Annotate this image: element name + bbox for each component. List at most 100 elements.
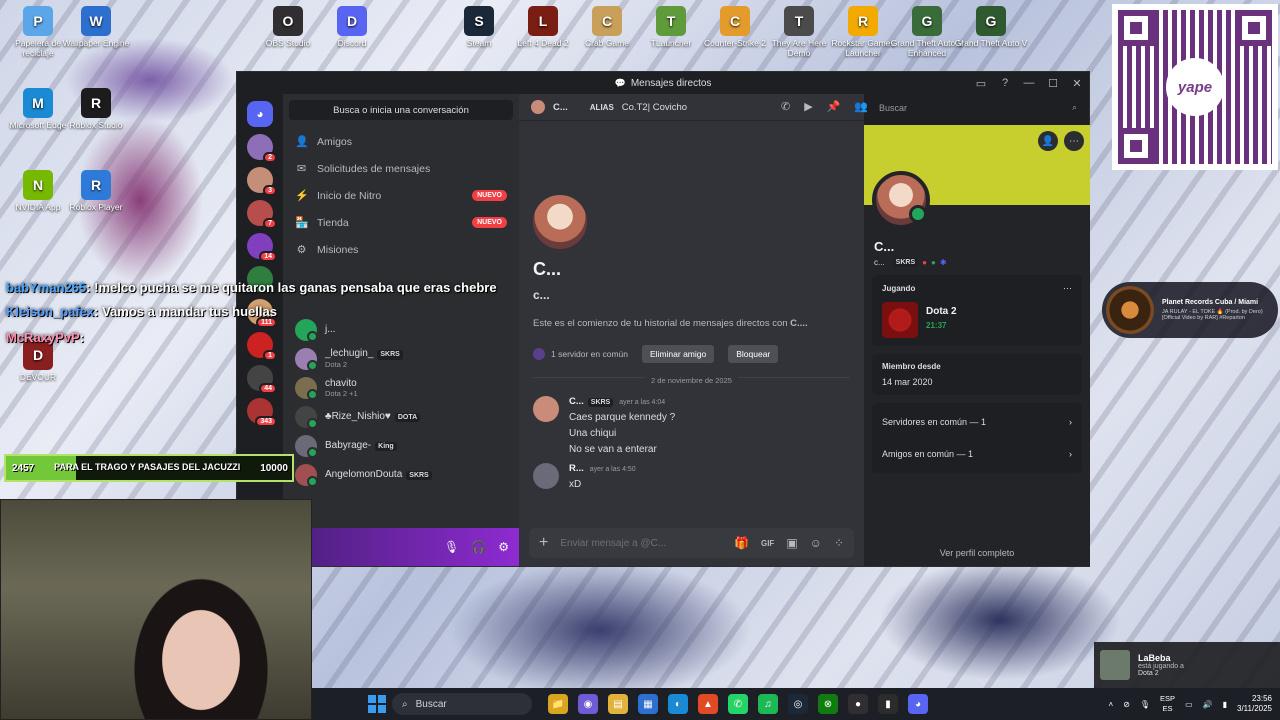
message-author[interactable]: R... [569, 463, 584, 474]
avatar [295, 347, 318, 371]
remove-friend-button[interactable]: Eliminar amigo [642, 345, 715, 363]
desktop-icon[interactable]: D DEVOUR [0, 340, 76, 383]
server-icon[interactable]: 3 [247, 167, 277, 196]
dm-text: chavito Dota 2 +1 [325, 378, 358, 398]
desktop-app-icon: C [720, 6, 750, 36]
server-icon[interactable]: 14 [247, 233, 277, 262]
server-icon[interactable]: 343 [247, 398, 277, 427]
vpn-icon[interactable]: ⊘ [1123, 700, 1130, 709]
volume-icon[interactable]: 🔊 [1203, 700, 1213, 709]
message-avatar[interactable] [533, 396, 559, 422]
desktop-icon[interactable]: W Wallpaper Engine [58, 6, 134, 49]
mic-tray-icon[interactable]: 🎙 [1140, 700, 1150, 709]
sticker-icon[interactable]: ▣ [786, 536, 797, 550]
desktop-icon-label: Grand Theft Auto V [954, 38, 1028, 48]
minimize-button[interactable]: — [1017, 72, 1041, 94]
desktop-icon[interactable]: G Grand Theft Auto V [953, 6, 1029, 49]
nav-shop[interactable]: 🏪 Tienda NUEVO [283, 209, 519, 236]
message-avatar[interactable] [533, 463, 559, 489]
nav-label: Misiones [317, 243, 359, 256]
dm-item[interactable]: _lechugin_ SKRS Dota 2 [283, 344, 519, 373]
mutual-servers-row[interactable]: Servidores en común — 1 › [882, 411, 1072, 433]
dm-intro: C... c... Este es el comienzo de tu hist… [519, 121, 864, 363]
mutual-servers-link[interactable]: 1 servidor en común [551, 349, 628, 359]
dm-name-row: Babyrage- King [325, 440, 397, 452]
header-search[interactable]: Buscar ⌕ [873, 99, 1083, 116]
desktop-icon[interactable]: R Roblox Player [58, 170, 134, 213]
discord-icon[interactable]: ◕ [908, 694, 928, 714]
terminal-icon[interactable]: ▮ [878, 694, 898, 714]
brave-icon[interactable]: ▲ [698, 694, 718, 714]
close-button[interactable]: ✕ [1065, 72, 1089, 94]
network-icon[interactable]: ▭ [1185, 700, 1193, 709]
video-call-icon[interactable]: ▶ [804, 100, 812, 113]
activity-more-icon[interactable]: ⋯ [1063, 283, 1072, 294]
desktop-app-icon: T [784, 6, 814, 36]
taskbar-search[interactable]: ⌕ Buscar [392, 693, 532, 715]
discord-home-icon[interactable]: ◕ [247, 101, 273, 127]
emoji-icon[interactable]: ☺ [810, 536, 822, 550]
server-icon[interactable]: 44 [247, 365, 277, 394]
server-icon[interactable]: 2 [247, 134, 277, 163]
mail-icon: ✉ [296, 163, 307, 175]
conversation-search[interactable]: Busca o inicia una conversación [289, 100, 513, 120]
voice-call-icon[interactable]: ✆ [781, 100, 790, 113]
add-friends-icon[interactable]: 👥 [854, 100, 868, 113]
store-icon[interactable]: ▦ [638, 694, 658, 714]
view-full-profile-link[interactable]: Ver perfil completo [864, 548, 1090, 558]
attach-plus-icon[interactable]: + [539, 534, 548, 552]
more-options-icon[interactable]: ⋯ [1064, 131, 1084, 151]
gift-icon[interactable]: 🎁 [734, 536, 749, 550]
server-badge: 3 [263, 185, 277, 196]
discord-notification[interactable]: LaBeba está jugando a Dota 2 [1094, 642, 1280, 688]
nav-mail[interactable]: ✉ Solicitudes de mensajes [283, 155, 519, 182]
nav-nitro[interactable]: ⚡ Inicio de Nitro NUEVO [283, 182, 519, 209]
server-icon[interactable]: 1 [247, 332, 277, 361]
battery-icon[interactable]: ▮ [1223, 700, 1227, 709]
edge-icon[interactable]: ◐ [668, 694, 688, 714]
help-icon[interactable]: ? [993, 72, 1017, 94]
desktop-icon[interactable]: R Roblox Studio [58, 88, 134, 131]
file-explorer-icon[interactable]: 📁 [548, 694, 568, 714]
inbox-icon[interactable]: ▭ [969, 72, 993, 94]
chevron-up-icon[interactable]: ˄ [1109, 700, 1114, 709]
spotify-icon[interactable]: ♫ [758, 694, 778, 714]
message-group: R... ayer a las 4:50 xD [519, 459, 864, 494]
server-list: ◕ 2 3 7 14 111 1 44 343 [237, 94, 283, 566]
language-indicator[interactable]: ESP ES [1160, 694, 1175, 714]
dm-item[interactable]: chavito Dota 2 +1 [283, 373, 519, 402]
obs-icon[interactable]: ● [848, 694, 868, 714]
steam-icon[interactable]: ◎ [788, 694, 808, 714]
desktop-icon[interactable]: D Discord [314, 6, 390, 49]
server-tag: DOTA [394, 412, 421, 423]
whatsapp-icon[interactable]: ✆ [728, 694, 748, 714]
nav-quest[interactable]: ⚙ Misiones [283, 236, 519, 263]
dm-text: AngelomonDouta SKRS [325, 469, 432, 481]
copilot-icon[interactable]: ◉ [578, 694, 598, 714]
maximize-button[interactable]: ☐ [1041, 72, 1065, 94]
desktop-app-icon: G [912, 6, 942, 36]
clock[interactable]: 23:56 3/11/2025 [1237, 694, 1272, 715]
dm-item[interactable]: AngelomonDouta SKRS [283, 460, 519, 489]
pin-icon[interactable]: 📌 [827, 100, 841, 113]
headset-icon[interactable]: 🎧 [471, 540, 486, 554]
gif-icon[interactable]: GIF [761, 539, 774, 548]
folder-icon[interactable]: ▤ [608, 694, 628, 714]
message-author[interactable]: C... [569, 396, 584, 407]
apps-icon[interactable]: ⁘ [834, 536, 844, 550]
quest-icon: ⚙ [296, 244, 307, 256]
dm-item[interactable]: ♣Rize_Nishio♥ DOTA [283, 402, 519, 431]
settings-gear-icon[interactable]: ⚙ [498, 540, 509, 554]
nav-friends[interactable]: 👤 Amigos [283, 128, 519, 155]
dm-item[interactable]: Babyrage- King [283, 431, 519, 460]
microphone-icon[interactable]: 🎙 [444, 540, 459, 554]
block-button[interactable]: Bloquear [728, 345, 779, 363]
message-input[interactable] [560, 537, 723, 549]
server-icon[interactable]: 7 [247, 200, 277, 229]
xbox-icon[interactable]: ⊗ [818, 694, 838, 714]
server-badge: 44 [259, 383, 277, 394]
dm-item[interactable]: j... [283, 315, 519, 344]
start-button[interactable] [368, 695, 386, 713]
mutual-friends-row[interactable]: Amigos en común — 1 › [882, 443, 1072, 465]
add-friend-icon[interactable]: 👤 [1038, 131, 1058, 151]
